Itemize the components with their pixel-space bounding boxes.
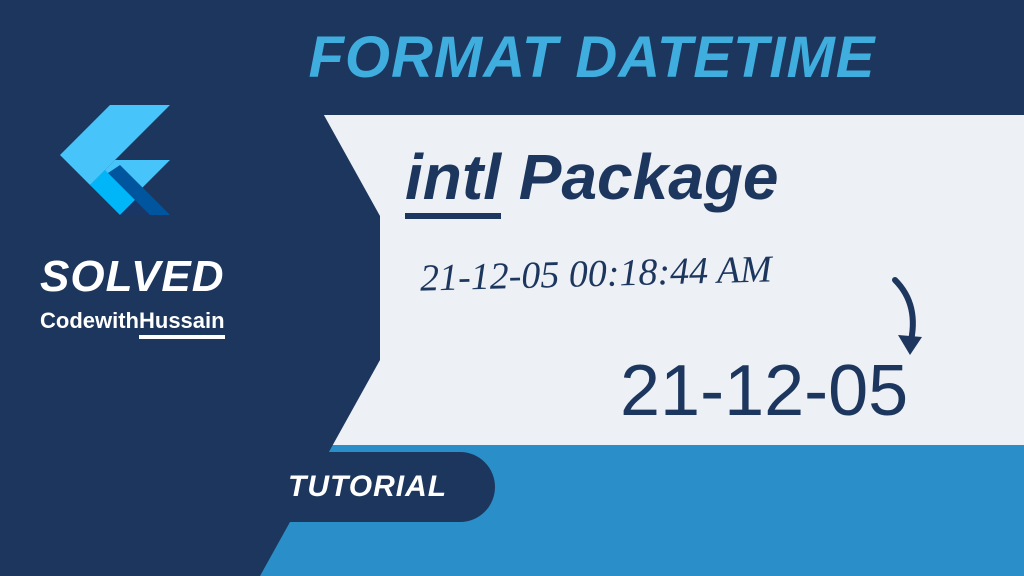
flutter-logo-icon	[40, 75, 170, 235]
package-name: intl	[405, 141, 501, 219]
thumbnail-container: FORMAT DATETIME SOLVED CodewithHussain i…	[0, 0, 1024, 576]
package-suffix: Package	[501, 141, 779, 213]
datetime-input-example: 21-12-05 00:18:44 AM	[419, 247, 772, 300]
solved-badge: SOLVED	[40, 252, 225, 302]
datetime-output-example: 21-12-05	[620, 350, 908, 432]
package-title: intl Package	[405, 140, 779, 214]
author-prefix: Codewith	[40, 308, 139, 333]
tutorial-badge: TUTORIAL	[240, 452, 495, 522]
author-name: Hussain	[139, 308, 225, 339]
author-credit: CodewithHussain	[40, 308, 225, 334]
page-title: FORMAT DATETIME	[309, 24, 876, 91]
